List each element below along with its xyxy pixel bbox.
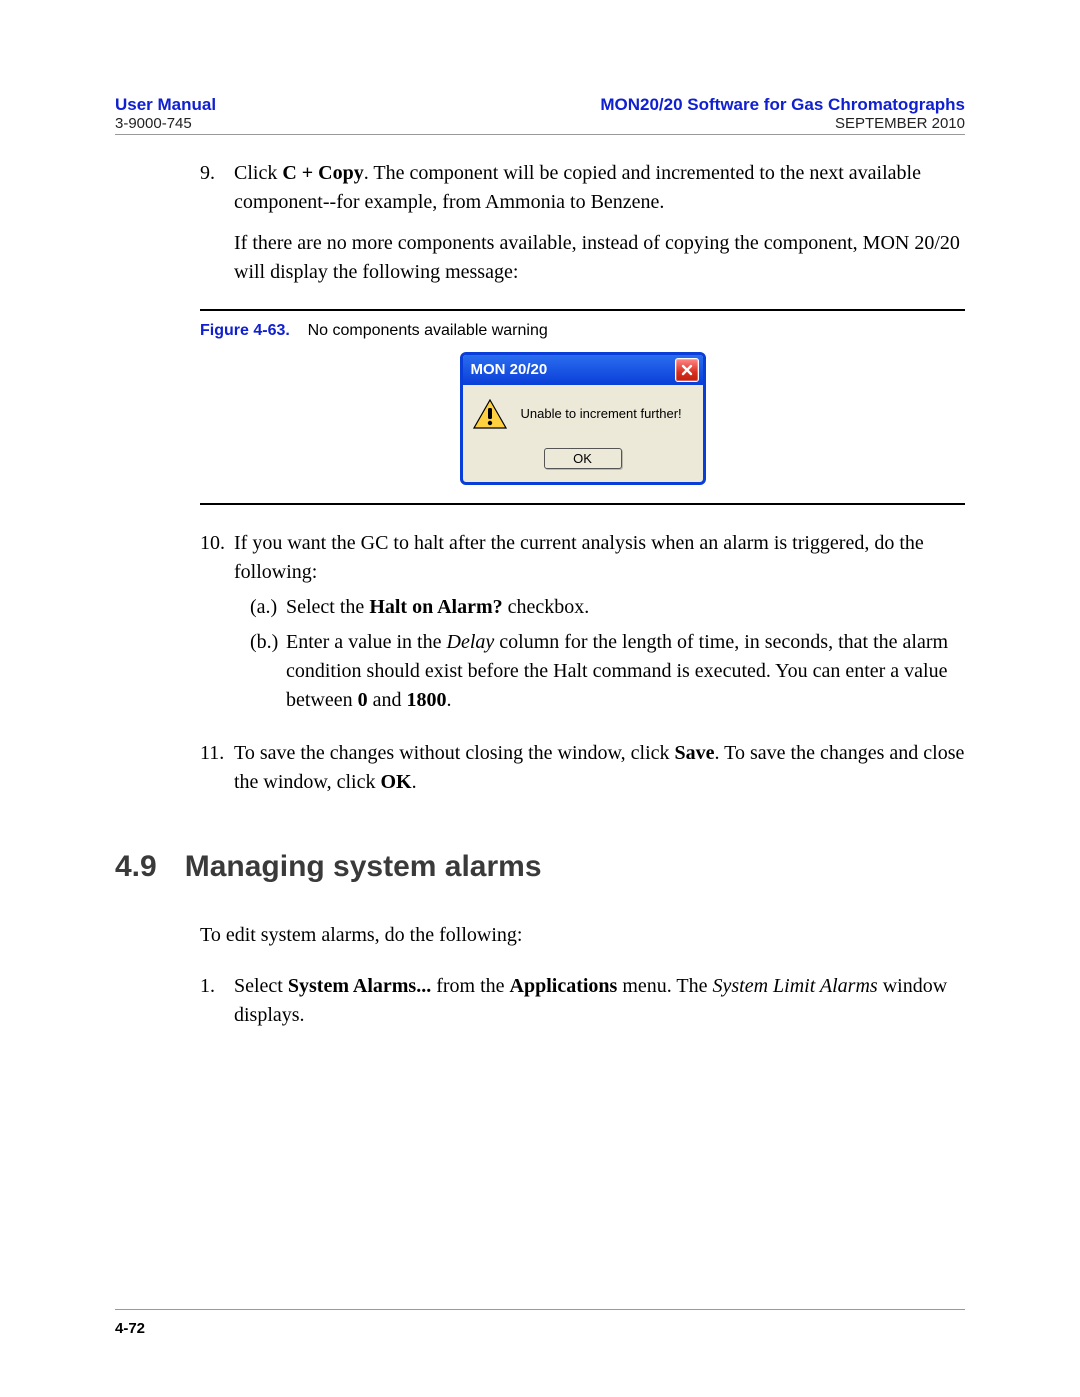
figure-caption-text: No components available warning	[308, 322, 548, 339]
text: .	[447, 689, 452, 711]
step-11: 11. To save the changes without closing …	[200, 739, 965, 797]
text: checkbox.	[503, 596, 590, 618]
text: Click	[234, 162, 282, 184]
step-number: 1.	[200, 972, 234, 1030]
dialog-title-text: MON 20/20	[471, 359, 548, 381]
text: menu. The	[617, 975, 712, 997]
page-header: User Manual 3-9000-745 MON20/20 Software…	[115, 95, 965, 135]
section-heading: 4.9 Managing system alarms	[115, 845, 965, 889]
paragraph: If there are no more components availabl…	[234, 229, 965, 287]
step-number: 9.	[200, 159, 234, 287]
text: Select	[234, 975, 288, 997]
dialog-titlebar: MON 20/20	[463, 355, 703, 385]
substep-b: (b.) Enter a value in the Delay column f…	[250, 628, 965, 715]
step-number: 11.	[200, 739, 234, 797]
bold-text: Halt on Alarm?	[369, 596, 502, 618]
dialog-message: Unable to increment further!	[521, 405, 682, 424]
bold-text: Save	[675, 742, 715, 764]
text: Enter a value in the	[286, 631, 447, 653]
bold-text: OK	[380, 771, 411, 793]
substep-label: (a.)	[250, 593, 286, 622]
bold-text: 0	[358, 689, 368, 711]
header-left-sub: 3-9000-745	[115, 115, 216, 132]
text: and	[368, 689, 407, 711]
section-intro: To edit system alarms, do the following:	[200, 921, 965, 950]
figure-block: Figure 4-63. No components available war…	[200, 309, 965, 505]
step-9: 9. Click C + Copy. The component will be…	[200, 159, 965, 287]
figure-label: Figure 4-63.	[200, 322, 290, 339]
italic-text: System Limit Alarms	[713, 975, 878, 997]
step-10: 10. If you want the GC to halt after the…	[200, 529, 965, 715]
substep-label: (b.)	[250, 628, 286, 715]
bold-text: Applications	[510, 975, 618, 997]
header-right-title: MON20/20 Software for Gas Chromatographs	[600, 95, 965, 115]
close-icon	[681, 364, 693, 376]
ok-button[interactable]: OK	[544, 448, 622, 469]
warning-icon	[473, 399, 507, 429]
text: To save the changes without closing the …	[234, 742, 675, 764]
bold-text: 1800	[407, 689, 447, 711]
close-button[interactable]	[675, 358, 699, 382]
bold-text: System Alarms...	[288, 975, 431, 997]
page-number: 4-72	[115, 1320, 145, 1337]
heading-number: 4.9	[115, 845, 157, 889]
figure-caption: Figure 4-63. No components available war…	[200, 319, 965, 342]
header-left-title: User Manual	[115, 95, 216, 115]
section-step-1: 1. Select System Alarms... from the Appl…	[200, 972, 965, 1030]
text: .	[412, 771, 417, 793]
text: Select the	[286, 596, 369, 618]
text: If you want the GC to halt after the cur…	[234, 532, 924, 583]
page-footer: 4-72	[115, 1309, 965, 1337]
heading-text: Managing system alarms	[185, 845, 542, 889]
step-number: 10.	[200, 529, 234, 715]
bold-text: C + Copy	[282, 162, 363, 184]
text: from the	[431, 975, 509, 997]
dialog-window: MON 20/20 Unable to incre	[460, 352, 706, 485]
header-right-sub: SEPTEMBER 2010	[600, 115, 965, 132]
italic-text: Delay	[447, 631, 495, 653]
substep-a: (a.) Select the Halt on Alarm? checkbox.	[250, 593, 965, 622]
